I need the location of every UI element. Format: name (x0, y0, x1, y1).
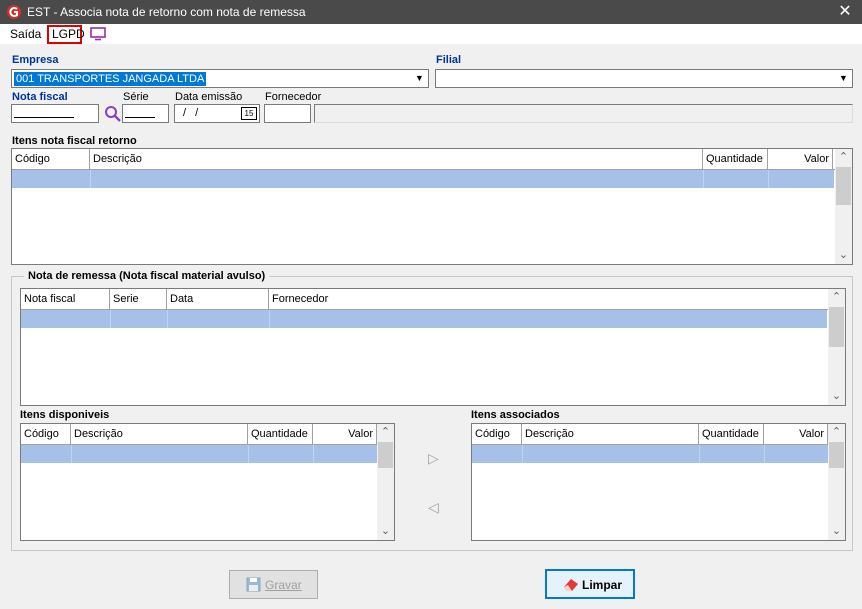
col-valor[interactable]: Valor (768, 149, 833, 170)
nota-remessa-header: Nota fiscal Serie Data Fornecedor (21, 289, 828, 310)
col-quantidade[interactable]: Quantidade (248, 424, 313, 445)
title-bar: EST - Associa nota de retorno com nota d… (0, 0, 862, 24)
col-fornecedor[interactable]: Fornecedor (269, 289, 828, 310)
col-descricao[interactable]: Descrição (522, 424, 699, 445)
window-title: EST - Associa nota de retorno com nota d… (27, 5, 306, 19)
data-emissao-input[interactable]: / / 15 (174, 104, 260, 123)
col-codigo[interactable]: Código (21, 424, 71, 445)
col-descricao[interactable]: Descrição (90, 149, 703, 170)
serie-input[interactable] (122, 104, 169, 123)
scroll-up-icon[interactable]: ⌃ (828, 424, 845, 441)
table-row[interactable] (21, 310, 827, 328)
itens-disponiveis-grid[interactable]: Código Descrição Quantidade Valor ⌃ ⌄ (20, 423, 395, 541)
itens-associados-grid[interactable]: Código Descrição Quantidade Valor ⌃ ⌄ (471, 423, 846, 541)
nota-remessa-scrollbar[interactable]: ⌃ ⌄ (828, 289, 845, 405)
itens-associados-header: Código Descrição Quantidade Valor (472, 424, 828, 445)
itens-retorno-header: Código Descrição Quantidade Valor (12, 149, 835, 170)
itens-disponiveis-title: Itens disponiveis (20, 409, 110, 421)
scroll-down-icon[interactable]: ⌄ (828, 523, 845, 540)
filial-select[interactable]: ▼ (435, 69, 853, 88)
empresa-value: 001 TRANSPORTES JANGADA LTDA (14, 72, 207, 86)
nota-fiscal-label: Nota fiscal (12, 91, 68, 103)
limpar-button[interactable]: Limpar (545, 569, 635, 599)
itens-retorno-title: Itens nota fiscal retorno (12, 135, 137, 147)
scroll-thumb[interactable] (829, 307, 844, 347)
search-icon[interactable] (104, 105, 122, 123)
monitor-icon[interactable] (90, 27, 106, 41)
nota-fiscal-input[interactable] (11, 104, 99, 123)
limpar-label: Limpar (582, 578, 623, 592)
gravar-label: Gravar (265, 578, 302, 592)
data-emissao-label: Data emissão (175, 91, 243, 103)
table-row[interactable] (21, 445, 377, 463)
data-emissao-value: / / (183, 107, 202, 119)
nota-remessa-grid[interactable]: Nota fiscal Serie Data Fornecedor ⌃ ⌄ (20, 288, 846, 406)
empresa-select[interactable]: 001 TRANSPORTES JANGADA LTDA ▼ (11, 69, 429, 88)
itens-disponiveis-scrollbar[interactable]: ⌃ ⌄ (377, 424, 394, 540)
table-row[interactable] (472, 445, 828, 463)
scroll-thumb[interactable] (829, 442, 844, 468)
fornecedor-name-field (314, 104, 853, 123)
scroll-down-icon[interactable]: ⌄ (828, 388, 845, 405)
serie-underline (125, 117, 155, 118)
col-serie[interactable]: Serie (110, 289, 167, 310)
eraser-icon (564, 579, 578, 591)
nota-remessa-title: Nota de remessa (Nota fiscal material av… (24, 270, 270, 282)
chevron-down-icon[interactable]: ▼ (836, 71, 851, 86)
col-quantidade[interactable]: Quantidade (699, 424, 764, 445)
fornecedor-code-input[interactable] (264, 104, 311, 123)
nota-fiscal-value (14, 117, 74, 118)
itens-associados-scrollbar[interactable]: ⌃ ⌄ (828, 424, 845, 540)
scroll-up-icon[interactable]: ⌃ (828, 289, 845, 306)
calendar-icon[interactable]: 15 (241, 107, 257, 120)
app-logo-icon (7, 5, 21, 19)
col-valor[interactable]: Valor (313, 424, 377, 445)
scroll-up-icon[interactable]: ⌃ (835, 149, 852, 166)
floppy-disk-icon (246, 577, 261, 592)
menu-saida[interactable]: Saída (10, 27, 41, 43)
table-row[interactable] (12, 170, 834, 188)
serie-label: Série (123, 91, 149, 103)
scroll-down-icon[interactable]: ⌄ (835, 247, 852, 264)
itens-retorno-grid[interactable]: Código Descrição Quantidade Valor ⌃ ⌄ (11, 148, 853, 265)
fornecedor-label: Fornecedor (265, 91, 322, 103)
col-descricao[interactable]: Descrição (71, 424, 248, 445)
menu-bar: Saída LGPD (0, 24, 862, 44)
itens-retorno-scrollbar[interactable]: ⌃ ⌄ (835, 149, 852, 264)
menu-lgpd[interactable]: LGPD (47, 25, 85, 44)
scroll-thumb[interactable] (836, 167, 851, 205)
move-left-button[interactable]: ◁ (428, 499, 439, 516)
itens-associados-title: Itens associados (471, 409, 560, 421)
scroll-down-icon[interactable]: ⌄ (377, 523, 394, 540)
col-codigo[interactable]: Código (472, 424, 522, 445)
col-quantidade[interactable]: Quantidade (703, 149, 768, 170)
move-right-button[interactable]: ▷ (428, 450, 439, 467)
empresa-label: Empresa (12, 54, 59, 66)
scroll-up-icon[interactable]: ⌃ (377, 424, 394, 441)
filial-label: Filial (436, 54, 462, 66)
itens-disponiveis-header: Código Descrição Quantidade Valor (21, 424, 377, 445)
col-codigo[interactable]: Código (12, 149, 90, 170)
gravar-button[interactable]: Gravar (229, 570, 318, 599)
col-valor[interactable]: Valor (764, 424, 828, 445)
scroll-thumb[interactable] (378, 442, 393, 468)
col-data[interactable]: Data (167, 289, 269, 310)
chevron-down-icon[interactable]: ▼ (412, 71, 427, 86)
col-nota-fiscal[interactable]: Nota fiscal (21, 289, 110, 310)
close-icon[interactable]: ✕ (834, 0, 856, 24)
